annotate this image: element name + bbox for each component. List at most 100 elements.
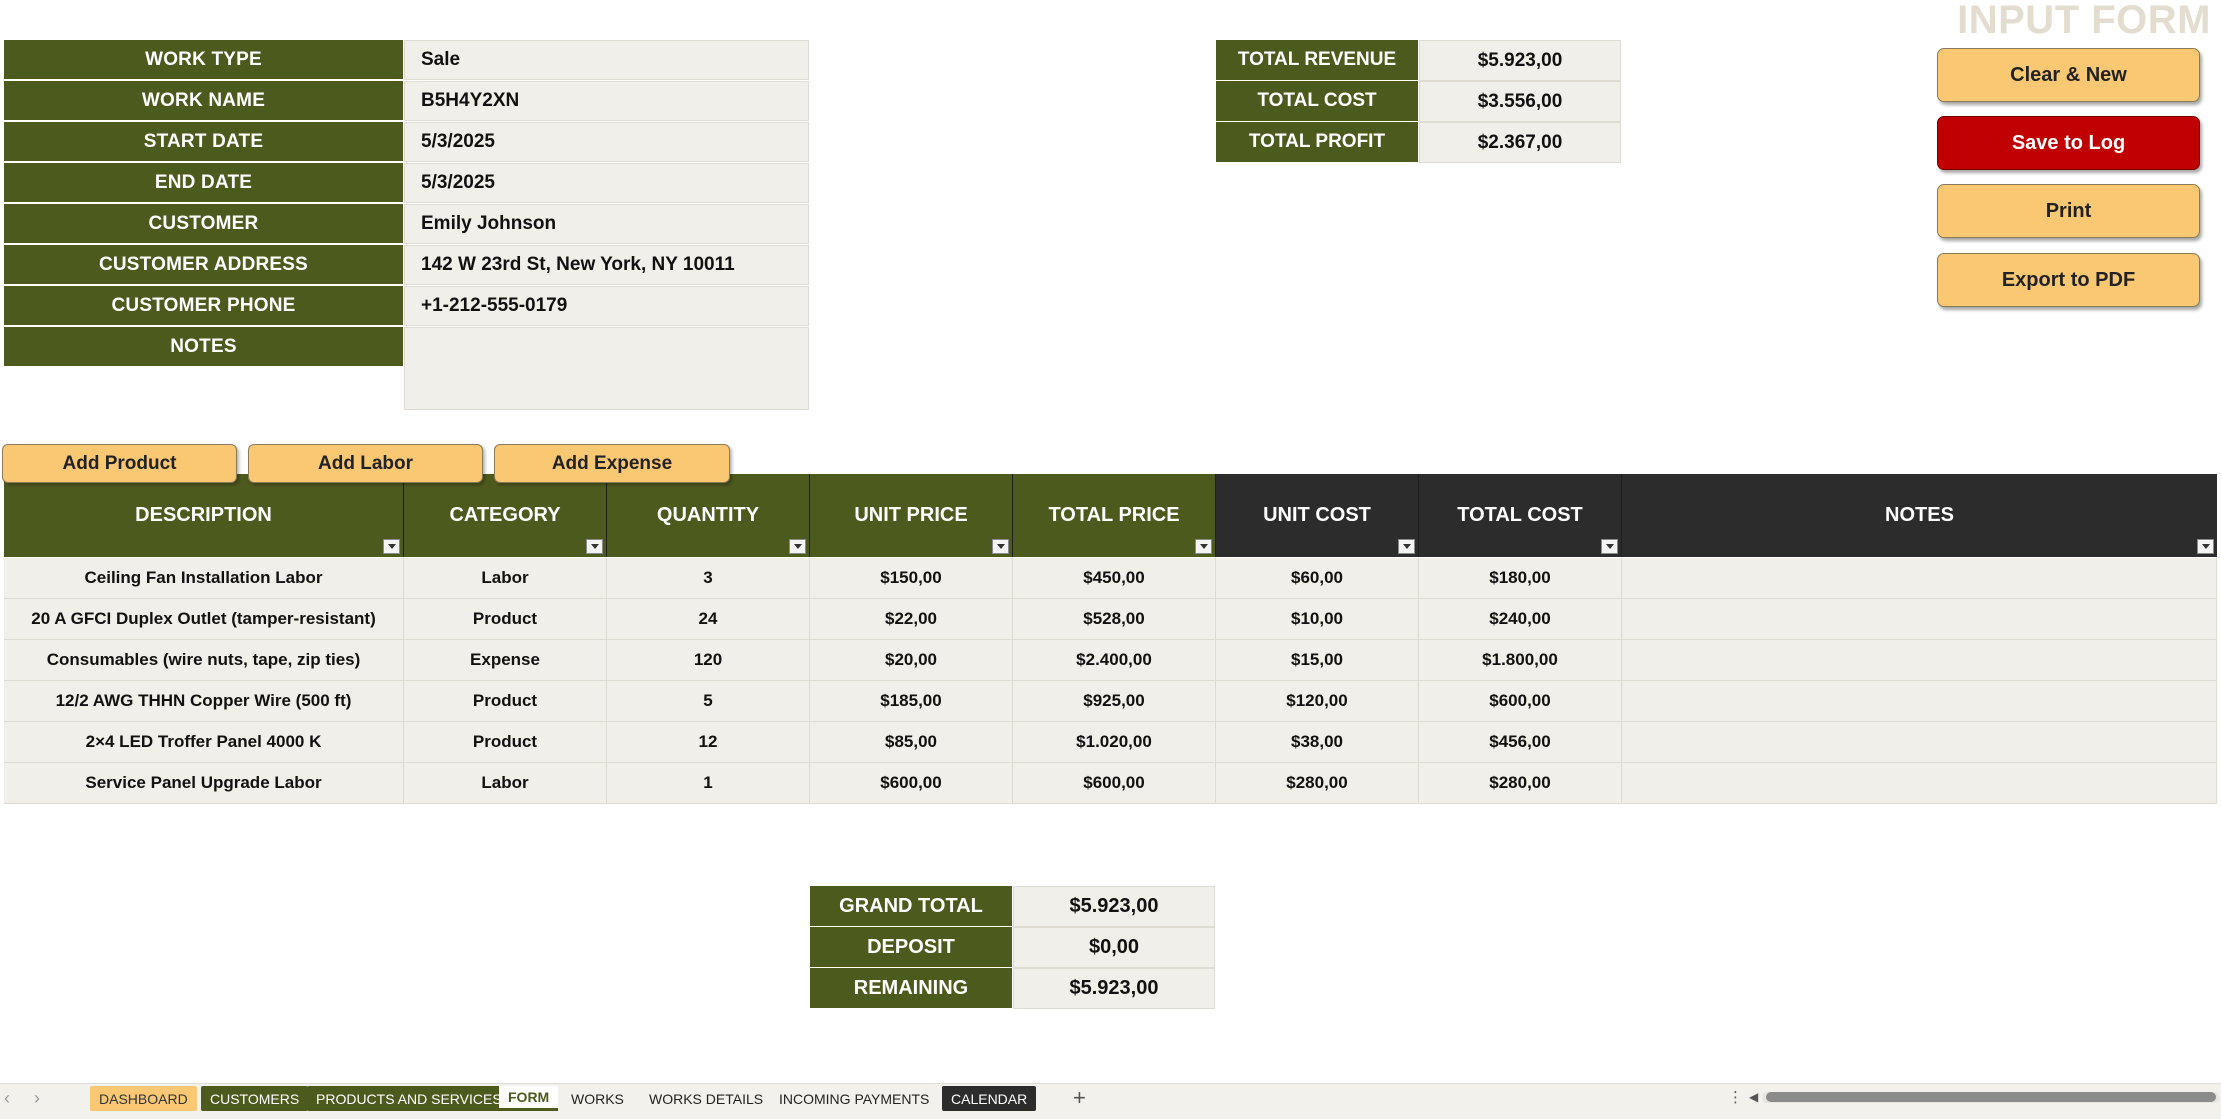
sheet-tab-products-and-services[interactable]: PRODUCTS AND SERVICES: [307, 1086, 511, 1111]
save-to-log-button[interactable]: Save to Log: [1937, 116, 2200, 170]
cell-total-price[interactable]: $450,00: [1013, 558, 1216, 599]
sheet-tab-works[interactable]: WORKS: [562, 1086, 633, 1111]
cell-category[interactable]: Product: [404, 681, 607, 722]
cell-category[interactable]: Product: [404, 599, 607, 640]
chevron-left-icon[interactable]: ‹: [4, 1088, 10, 1109]
customer-phone-field[interactable]: +1-212-555-0179: [404, 286, 809, 326]
chevron-right-icon[interactable]: ›: [34, 1088, 40, 1109]
filter-dropdown-icon[interactable]: [383, 539, 400, 554]
end-date-field[interactable]: 5/3/2025: [404, 163, 809, 203]
cell-total-cost[interactable]: $280,00: [1419, 763, 1622, 804]
remaining-label: REMAINING: [810, 968, 1012, 1008]
cell-notes[interactable]: [1622, 681, 2217, 722]
grand-total-label: GRAND TOTAL: [810, 886, 1012, 926]
cell-unit-price[interactable]: $600,00: [810, 763, 1013, 804]
clear-new-button[interactable]: Clear & New: [1937, 48, 2200, 102]
deposit-value[interactable]: $0,00: [1013, 927, 1215, 968]
vertical-dots-icon[interactable]: ⋮: [1728, 1088, 1743, 1106]
notes-field[interactable]: [404, 327, 809, 410]
cell-category[interactable]: Expense: [404, 640, 607, 681]
cell-notes[interactable]: [1622, 599, 2217, 640]
filter-dropdown-icon[interactable]: [2197, 539, 2214, 554]
cell-description[interactable]: Ceiling Fan Installation Labor: [4, 558, 404, 599]
cell-unit-cost[interactable]: $280,00: [1216, 763, 1419, 804]
filter-dropdown-icon[interactable]: [789, 539, 806, 554]
sheet-tab-dashboard[interactable]: DASHBOARD: [90, 1086, 197, 1111]
cell-unit-cost[interactable]: $38,00: [1216, 722, 1419, 763]
cell-category[interactable]: Labor: [404, 558, 607, 599]
cell-quantity[interactable]: 3: [607, 558, 810, 599]
page-title: INPUT FORM: [1957, 0, 2211, 42]
cell-unit-price[interactable]: $20,00: [810, 640, 1013, 681]
cell-notes[interactable]: [1622, 763, 2217, 804]
cell-description[interactable]: Service Panel Upgrade Labor: [4, 763, 404, 804]
sheet-tab-works-details[interactable]: WORKS DETAILS: [640, 1086, 772, 1111]
cell-total-cost[interactable]: $456,00: [1419, 722, 1622, 763]
cell-unit-price[interactable]: $85,00: [810, 722, 1013, 763]
filter-dropdown-icon[interactable]: [992, 539, 1009, 554]
cell-total-cost[interactable]: $1.800,00: [1419, 640, 1622, 681]
work-type-field[interactable]: Sale: [404, 40, 809, 80]
cell-total-price[interactable]: $2.400,00: [1013, 640, 1216, 681]
sheet-tab-form[interactable]: FORM: [499, 1086, 559, 1111]
sheet-tab-customers[interactable]: CUSTOMERS: [201, 1086, 309, 1111]
customer-field[interactable]: Emily Johnson: [404, 204, 809, 244]
cell-unit-price[interactable]: $22,00: [810, 599, 1013, 640]
table-row: Consumables (wire nuts, tape, zip ties) E…: [4, 640, 2217, 681]
cell-total-price[interactable]: $600,00: [1013, 763, 1216, 804]
export-pdf-button[interactable]: Export to PDF: [1937, 253, 2200, 307]
total-revenue-label: TOTAL REVENUE: [1216, 40, 1418, 80]
total-cost-value: $3.556,00: [1419, 81, 1621, 122]
sheet-tab-calendar[interactable]: CALENDAR: [942, 1086, 1037, 1111]
cell-quantity[interactable]: 120: [607, 640, 810, 681]
cell-unit-price[interactable]: $150,00: [810, 558, 1013, 599]
cell-total-cost[interactable]: $600,00: [1419, 681, 1622, 722]
customer-address-field[interactable]: 142 W 23rd St, New York, NY 10011: [404, 245, 809, 285]
cell-unit-cost[interactable]: $15,00: [1216, 640, 1419, 681]
col-header-total-cost: TOTAL COST: [1419, 474, 1622, 557]
cell-description[interactable]: 12/2 AWG THHN Copper Wire (500 ft): [4, 681, 404, 722]
print-button[interactable]: Print: [1937, 184, 2200, 238]
cell-unit-cost[interactable]: $10,00: [1216, 599, 1419, 640]
work-name-field[interactable]: B5H4Y2XN: [404, 81, 809, 121]
col-header-label: TOTAL PRICE: [1048, 504, 1180, 526]
filter-dropdown-icon[interactable]: [1398, 539, 1415, 554]
cell-description[interactable]: 20 A GFCI Duplex Outlet (tamper-resistan…: [4, 599, 404, 640]
cell-total-price[interactable]: $528,00: [1013, 599, 1216, 640]
cell-quantity[interactable]: 1: [607, 763, 810, 804]
col-header-label: UNIT COST: [1263, 504, 1371, 526]
sheet-tab-incoming-payments[interactable]: INCOMING PAYMENTS: [770, 1086, 938, 1111]
cell-notes[interactable]: [1622, 722, 2217, 763]
cell-unit-price[interactable]: $185,00: [810, 681, 1013, 722]
filter-dropdown-icon[interactable]: [1195, 539, 1212, 554]
cell-total-price[interactable]: $1.020,00: [1013, 722, 1216, 763]
cell-category[interactable]: Labor: [404, 763, 607, 804]
plus-icon[interactable]: +: [1073, 1085, 1086, 1111]
cell-description[interactable]: 2×4 LED Troffer Panel 4000 K: [4, 722, 404, 763]
col-header-label: TOTAL COST: [1457, 504, 1583, 526]
cell-notes[interactable]: [1622, 558, 2217, 599]
table-row: Service Panel Upgrade Labor Labor 1 $600,00…: [4, 763, 2217, 804]
cell-total-cost[interactable]: $240,00: [1419, 599, 1622, 640]
add-product-button[interactable]: Add Product: [2, 444, 237, 483]
add-expense-button[interactable]: Add Expense: [494, 444, 730, 483]
add-labor-button[interactable]: Add Labor: [248, 444, 483, 483]
col-header-category: CATEGORY: [404, 474, 607, 557]
cell-unit-cost[interactable]: $120,00: [1216, 681, 1419, 722]
horizontal-scrollbar-thumb[interactable]: [1766, 1092, 2216, 1102]
col-header-description: DESCRIPTION: [4, 474, 404, 557]
cell-quantity[interactable]: 24: [607, 599, 810, 640]
cell-total-price[interactable]: $925,00: [1013, 681, 1216, 722]
filter-dropdown-icon[interactable]: [586, 539, 603, 554]
cell-category[interactable]: Product: [404, 722, 607, 763]
triangle-left-icon[interactable]: ◀: [1749, 1090, 1758, 1104]
cell-total-cost[interactable]: $180,00: [1419, 558, 1622, 599]
filter-dropdown-icon[interactable]: [1601, 539, 1618, 554]
cell-quantity[interactable]: 5: [607, 681, 810, 722]
total-profit-label: TOTAL PROFIT: [1216, 122, 1418, 162]
cell-description[interactable]: Consumables (wire nuts, tape, zip ties): [4, 640, 404, 681]
cell-quantity[interactable]: 12: [607, 722, 810, 763]
start-date-field[interactable]: 5/3/2025: [404, 122, 809, 162]
cell-unit-cost[interactable]: $60,00: [1216, 558, 1419, 599]
cell-notes[interactable]: [1622, 640, 2217, 681]
